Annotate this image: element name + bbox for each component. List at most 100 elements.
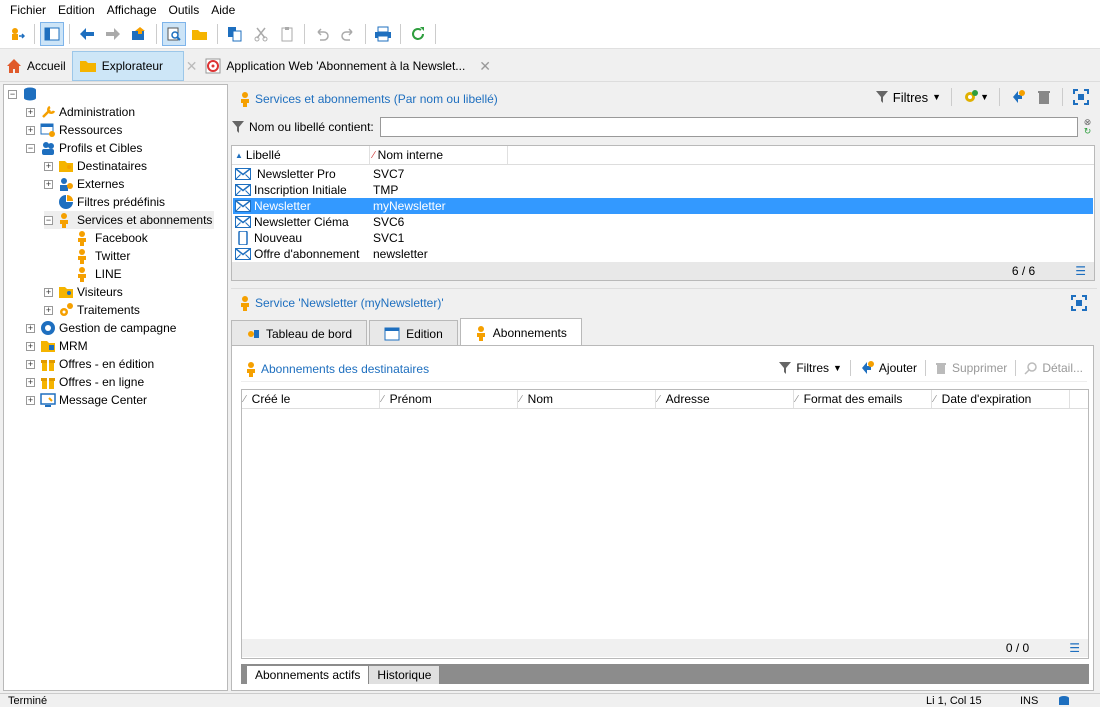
- expand-icon[interactable]: +: [26, 107, 35, 117]
- tree-item[interactable]: + Message Center: [26, 391, 149, 409]
- search-label: Nom ou libellé contient:: [249, 120, 374, 134]
- maximize-icon[interactable]: [1071, 295, 1087, 311]
- tab-history[interactable]: Historique: [369, 666, 441, 684]
- search-input[interactable]: [379, 117, 1078, 137]
- expand-icon[interactable]: +: [44, 179, 53, 189]
- row-internal-name: myNewsletter: [373, 199, 446, 213]
- tree-item[interactable]: − Profils et Cibles: [26, 139, 144, 157]
- tree-item[interactable]: + Traitements: [44, 301, 142, 319]
- expand-icon[interactable]: +: [26, 125, 35, 135]
- menu-help[interactable]: Aide: [205, 3, 241, 17]
- tree-item[interactable]: LINE: [62, 265, 124, 283]
- column-header[interactable]: ∕ Format des emails: [794, 390, 932, 408]
- row-internal-name: SVC6: [373, 215, 405, 229]
- menu-tools[interactable]: Outils: [163, 3, 206, 17]
- tree-item[interactable]: + Offres - en édition: [26, 355, 156, 373]
- new-item-icon[interactable]: [1010, 89, 1026, 105]
- tab-webapp[interactable]: Application Web 'Abonnement à la Newslet…: [199, 51, 471, 81]
- refresh-icon[interactable]: ↻: [1084, 127, 1092, 136]
- forward-arrow-icon[interactable]: [101, 22, 125, 46]
- redo-icon[interactable]: [336, 22, 360, 46]
- tab-edition-label: Edition: [406, 326, 443, 341]
- cut-icon[interactable]: [249, 22, 273, 46]
- tree-node-icon: [40, 122, 56, 138]
- filters-button[interactable]: Filtres ▼: [778, 361, 842, 375]
- tree-item[interactable]: + Destinataires: [44, 157, 149, 175]
- expand-icon[interactable]: +: [26, 359, 35, 369]
- tree-item[interactable]: + Gestion de campagne: [26, 319, 178, 337]
- preview-icon[interactable]: [162, 22, 186, 46]
- tree-item[interactable]: + Ressources: [26, 121, 124, 139]
- print-icon[interactable]: [371, 22, 395, 46]
- paste-icon[interactable]: [275, 22, 299, 46]
- tree-item[interactable]: + MRM: [26, 337, 90, 355]
- expand-icon[interactable]: +: [26, 395, 35, 405]
- detail-tabs: Tableau de bord Edition Abonnements: [231, 318, 584, 346]
- explorer-view-icon[interactable]: [40, 22, 64, 46]
- table-row[interactable]: Newsletter myNewsletter: [233, 198, 1093, 214]
- tab-subscriptions[interactable]: Abonnements: [459, 318, 582, 346]
- filters-label: Filtres: [892, 89, 929, 105]
- back-arrow-icon[interactable]: [75, 22, 99, 46]
- expand-icon[interactable]: +: [26, 341, 35, 351]
- add-button[interactable]: Ajouter: [859, 360, 917, 376]
- menu-view[interactable]: Affichage: [101, 3, 163, 17]
- tree-item[interactable]: − Services et abonnements: [44, 211, 215, 229]
- refresh-icon[interactable]: [406, 22, 430, 46]
- expand-icon[interactable]: +: [26, 323, 35, 333]
- trash-icon[interactable]: [1036, 89, 1052, 105]
- row-label: Newsletter Pro: [257, 167, 336, 181]
- tree-item[interactable]: Facebook: [62, 229, 150, 247]
- collapse-icon[interactable]: −: [26, 143, 35, 153]
- close-tab-webapp[interactable]: ✕: [471, 51, 499, 81]
- tree-item[interactable]: + Visiteurs: [44, 283, 125, 301]
- table-row[interactable]: Offre d'abonnement newsletter: [233, 246, 1093, 262]
- tree-item[interactable]: Twitter: [62, 247, 132, 265]
- column-header-label[interactable]: ▲ Libellé: [232, 146, 370, 164]
- collapse-icon[interactable]: −: [8, 89, 17, 99]
- expand-icon[interactable]: +: [44, 161, 53, 171]
- table-row[interactable]: Newsletter Pro SVC7: [233, 166, 1093, 182]
- list-menu-icon[interactable]: ☰: [1075, 264, 1086, 278]
- close-tab-explorer[interactable]: ✕: [184, 51, 200, 81]
- column-header[interactable]: ∕ Créé le: [242, 390, 380, 408]
- actions-button[interactable]: ▼: [962, 89, 989, 105]
- open-folder-icon[interactable]: [188, 22, 212, 46]
- tab-explorer[interactable]: Explorateur: [71, 51, 184, 81]
- table-row[interactable]: Newsletter Ciéma SVC6: [233, 214, 1093, 230]
- connect-user-icon[interactable]: [5, 22, 29, 46]
- detail-button[interactable]: Détail...: [1024, 361, 1083, 375]
- maximize-icon[interactable]: [1073, 89, 1089, 105]
- tab-dashboard[interactable]: Tableau de bord: [231, 320, 368, 346]
- column-header-internal-name[interactable]: ∕ Nom interne: [370, 146, 508, 164]
- separator: [69, 24, 70, 44]
- expand-icon[interactable]: +: [26, 377, 35, 387]
- column-header[interactable]: ∕ Adresse: [656, 390, 794, 408]
- column-header[interactable]: ∕ Date d'expiration: [932, 390, 1070, 408]
- delete-button[interactable]: Supprimer: [934, 361, 1007, 375]
- home-folder-icon[interactable]: [127, 22, 151, 46]
- column-header-text: Créé le: [251, 392, 291, 406]
- column-header[interactable]: ∕ Nom: [518, 390, 656, 408]
- tree-root[interactable]: −: [8, 85, 41, 103]
- tab-edition[interactable]: Edition: [369, 320, 458, 346]
- expand-icon[interactable]: +: [44, 287, 53, 297]
- collapse-icon[interactable]: −: [44, 215, 53, 225]
- table-row[interactable]: Nouveau SVC1: [233, 230, 1093, 246]
- column-header[interactable]: ∕ Prénom: [380, 390, 518, 408]
- tab-home[interactable]: Accueil: [0, 51, 72, 81]
- filters-button[interactable]: Filtres ▼: [875, 90, 941, 105]
- tree-item[interactable]: + Offres - en ligne: [26, 373, 146, 391]
- table-row[interactable]: Inscription Initiale TMP: [233, 182, 1093, 198]
- tab-active-subscriptions[interactable]: Abonnements actifs: [247, 666, 370, 684]
- tree-item[interactable]: + Administration: [26, 103, 137, 121]
- tree-item[interactable]: Filtres prédéfinis: [44, 193, 167, 211]
- expand-icon[interactable]: +: [44, 305, 53, 315]
- menu-edit[interactable]: Edition: [52, 3, 101, 17]
- menu-file[interactable]: Fichier: [4, 3, 52, 17]
- tree-item[interactable]: + Externes: [44, 175, 126, 193]
- separator: [34, 24, 35, 44]
- list-menu-icon[interactable]: ☰: [1069, 641, 1080, 655]
- undo-icon[interactable]: [310, 22, 334, 46]
- copy-icon[interactable]: [223, 22, 247, 46]
